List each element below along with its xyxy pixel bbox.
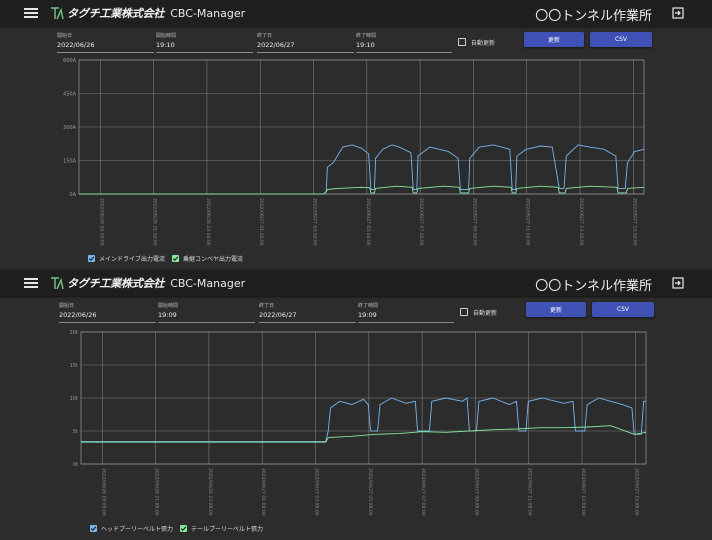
y-tick-label: 20t xyxy=(70,330,78,336)
legend-item-tail-pulley[interactable]: テールプーリーベルト張力 xyxy=(180,524,263,533)
x-tick-label: 2022/06/27 03:10:00 xyxy=(312,198,318,246)
checkbox-icon xyxy=(88,255,95,262)
legend-label: テールプーリーベルト張力 xyxy=(191,526,264,533)
legend-label: 乗継コンベヤ出力電流 xyxy=(183,256,244,263)
line-chart-current: 600A 450A 300A 150A 0A 2022/06/26 19:10:00 202… xyxy=(63,58,645,246)
x-tick-label: 2022/06/27 09:10:00 xyxy=(471,198,477,246)
y-tick-label: 600A xyxy=(63,58,77,64)
chart-legend: ヘッドプーリーベルト張力 テールプーリーベルト張力 xyxy=(90,524,270,533)
legend-label: ヘッドプーリーベルト張力 xyxy=(101,526,174,533)
series-line xyxy=(79,144,645,195)
chart-legend: メインドライブ出力電流 乗継コンベヤ出力電流 xyxy=(88,254,250,263)
y-tick-label: 0A xyxy=(69,192,76,198)
x-tick-label: 2022/06/27 05:09:00 xyxy=(367,468,373,516)
x-tick-label: 2022/06/26 23:10:00 xyxy=(205,198,211,246)
x-tick-label: 2022/06/27 07:10:00 xyxy=(418,198,424,246)
checkbox-icon xyxy=(180,525,188,532)
x-tick-label: 2022/06/27 03:09:00 xyxy=(314,468,320,516)
dashboard-panel-2: タグチ工業株式会社 CBC-Manager 〇〇トンネル作業所 開始日 2022… xyxy=(0,270,712,540)
x-tick-label: 2022/06/26 23:09:00 xyxy=(207,468,213,516)
legend-item-main-drive[interactable]: メインドライブ出力電流 xyxy=(88,254,165,263)
y-tick-label: 5t xyxy=(73,429,78,435)
x-tick-label: 2022/06/27 13:09:00 xyxy=(580,468,586,516)
x-tick-label: 2022/06/26 19:10:00 xyxy=(98,198,104,246)
dashboard-panel-1: タグチ工業株式会社 CBC-Manager 〇〇トンネル作業所 開始日 2022… xyxy=(0,0,712,270)
y-tick-label: 10t xyxy=(70,396,78,402)
legend-item-head-pulley[interactable]: ヘッドプーリーベルト張力 xyxy=(90,524,173,533)
x-tick-label: 2022/06/27 15:10:00 xyxy=(631,198,637,246)
y-tick-label: 150A xyxy=(63,159,77,165)
legend-item-conveyor[interactable]: 乗継コンベヤ出力電流 xyxy=(172,254,243,263)
y-tick-label: 15t xyxy=(70,363,78,369)
checkbox-icon xyxy=(90,525,97,532)
x-tick-label: 2022/06/26 21:09:00 xyxy=(154,468,160,516)
x-tick-label: 2022/06/27 11:09:00 xyxy=(527,468,533,516)
x-tick-label: 2022/06/27 01:09:00 xyxy=(260,468,266,516)
line-chart-tension: 20t 15t 10t 5t 0t 2022/06/26 19:09:00 2022/06/… xyxy=(70,330,647,516)
x-tick-label: 2022/06/27 07:09:00 xyxy=(420,468,426,516)
x-tick-label: 2022/06/27 15:09:00 xyxy=(633,468,639,516)
x-tick-label: 2022/06/27 09:09:00 xyxy=(473,468,479,516)
x-tick-label: 2022/06/27 11:10:00 xyxy=(525,198,531,246)
x-tick-label: 2022/06/27 05:10:00 xyxy=(365,198,371,246)
y-tick-label: 0t xyxy=(73,462,78,468)
y-tick-label: 300A xyxy=(63,125,77,131)
legend-label: メインドライブ出力電流 xyxy=(99,256,166,263)
y-tick-label: 450A xyxy=(63,92,77,98)
x-tick-label: 2022/06/27 13:10:00 xyxy=(578,198,584,246)
x-tick-label: 2022/06/26 19:09:00 xyxy=(100,468,106,516)
checkbox-icon xyxy=(172,255,180,262)
x-tick-label: 2022/06/27 01:10:00 xyxy=(258,198,264,246)
x-tick-label: 2022/06/26 21:10:00 xyxy=(152,198,158,246)
series-line xyxy=(81,425,647,443)
